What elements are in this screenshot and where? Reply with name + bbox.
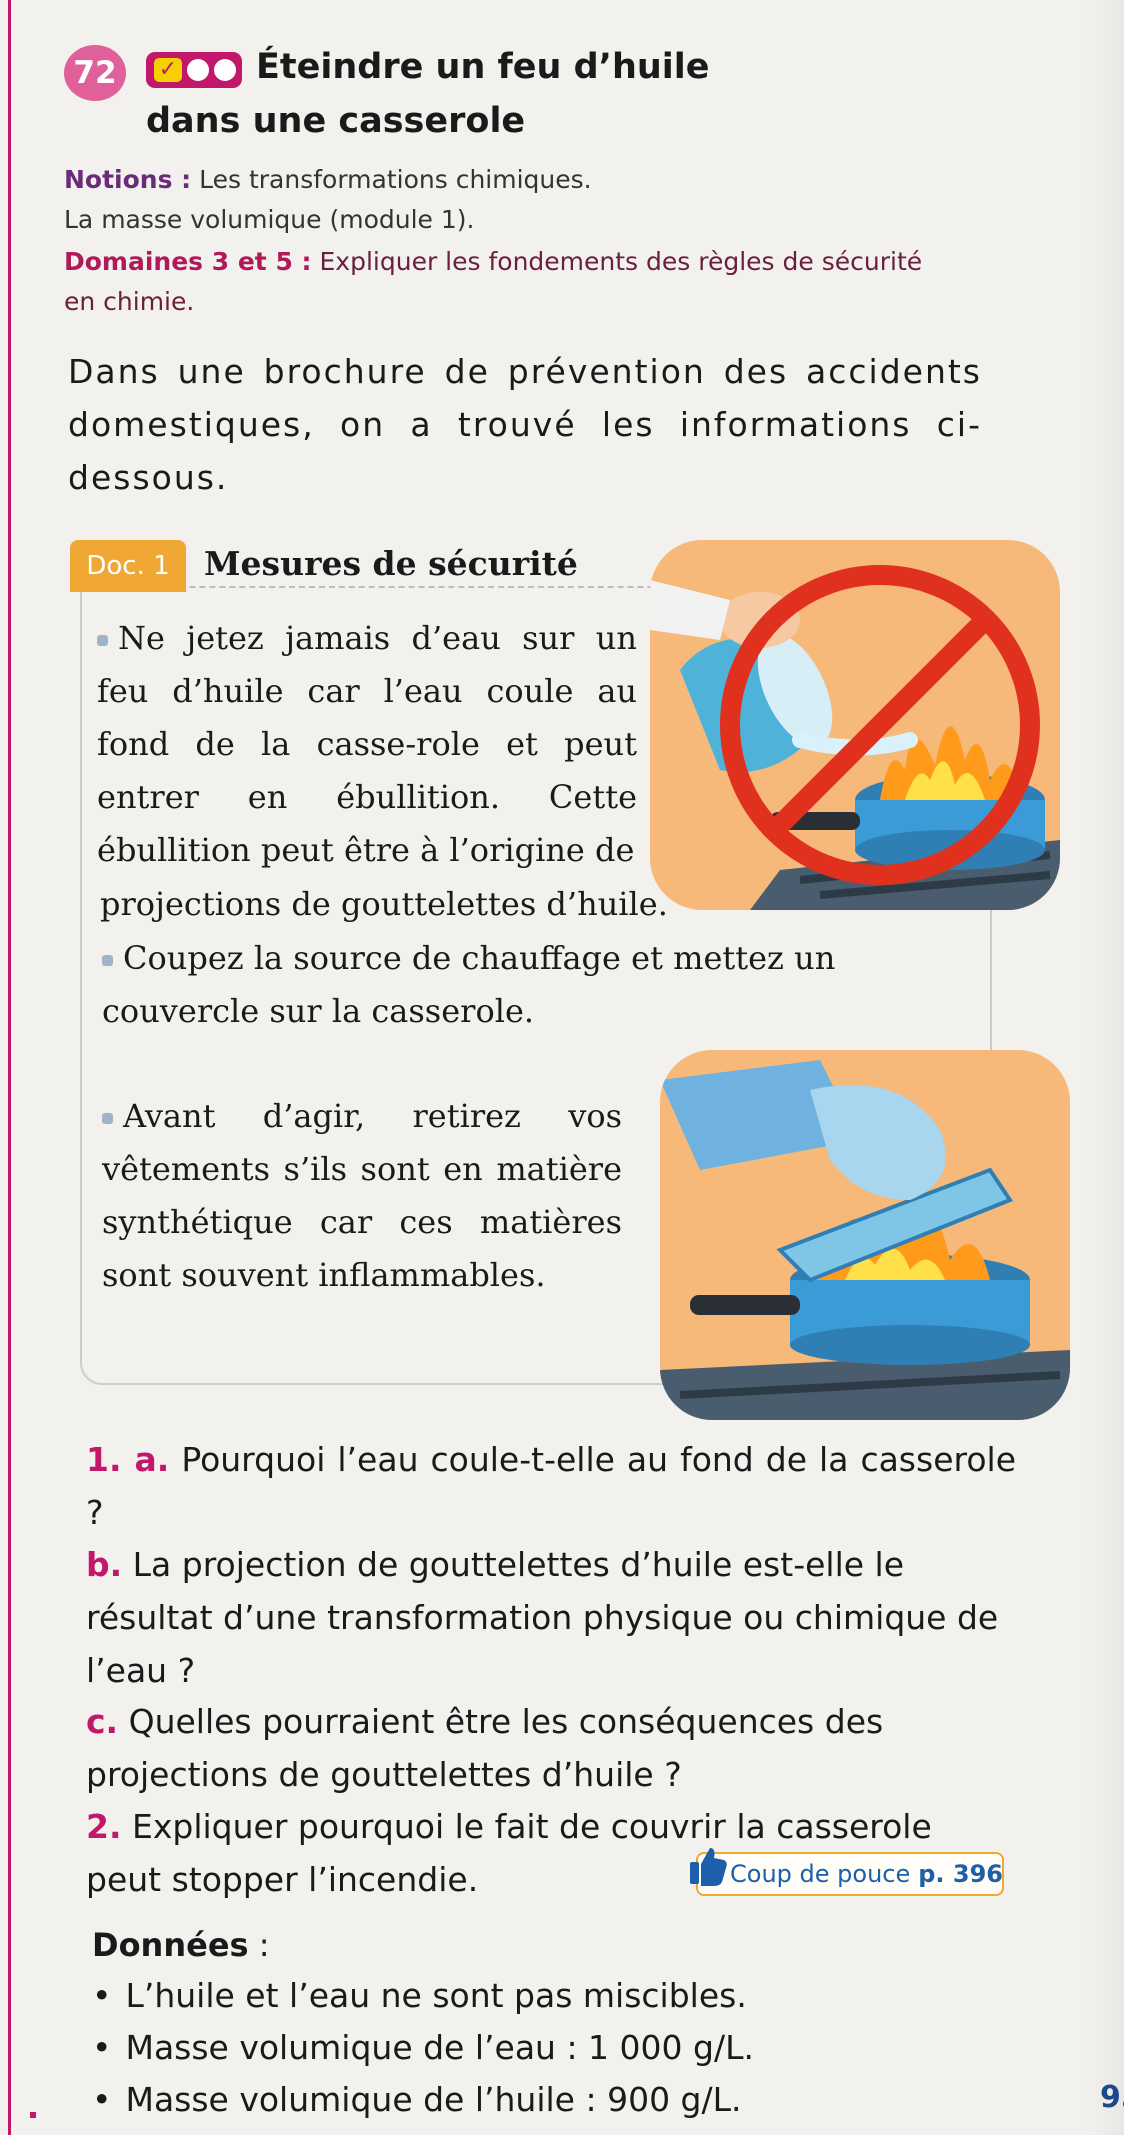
donnee-item-text: L’huile et l’eau ne sont pas miscibles. [125,1976,747,2015]
coup-de-pouce-label: Coup de pouce [730,1860,911,1888]
donnee-item: • Masse volumique de l’huile : 900 g/L. [92,2074,992,2126]
question-1b: b. La projection de gouttelettes d’huile… [86,1538,1016,1697]
donnees-title-text: Données [92,1926,249,1964]
notions-text-2: La masse volumique (module 1). [64,205,475,234]
cover-lid-fire-icon [660,1050,1070,1420]
donnee-item: • L’huile et l’eau ne sont pas miscibles. [92,1970,992,2022]
exercise-title-line2: dans une casserole [146,101,526,141]
bullet-icon: • [92,2028,112,2067]
bullet-icon [102,1113,113,1124]
question-1b-number: b. [86,1545,123,1584]
donnee-item-text: Masse volumique de l’huile : 900 g/L. [125,2080,742,2119]
safety-rule-1-text: Ne jetez jamais d’eau sur un feu d’huile… [97,619,637,869]
thumbs-up-icon [688,1844,728,1888]
document-tab-label: Doc. 1 [86,551,170,581]
notions-block: Notions : Les transformations chimiques.… [64,160,964,240]
question-1c-text: Quelles pourraient être les conséquences… [86,1702,884,1794]
illustration-no-water-on-oil-fire [650,540,1060,910]
difficulty-level-badge: ✓ [146,52,242,88]
notions-label: Notions : [64,165,192,194]
exercise-number-badge: 72 [64,45,126,101]
question-1a-text: Pourquoi l’eau coule-t-elle au fond de l… [86,1440,1016,1532]
level-dot-icon [187,59,209,81]
page-margin-line [8,0,11,2135]
bullet-icon: • [92,1976,112,2015]
donnees-title: Données : [92,1920,270,1970]
domaines-text-2: en chimie. [64,287,195,316]
illustration-cover-pan-with-lid [660,1050,1070,1420]
document-tab: Doc. 1 [70,540,186,592]
safety-rule-1: Ne jetez jamais d’eau sur un feu d’huile… [97,612,637,877]
coup-de-pouce-link[interactable]: Coup de pouce p. 396 [696,1852,1004,1896]
level-dot-icon [214,59,236,81]
safety-rule-3: Avant d’agir, retirez vos vêtements s’il… [102,1090,622,1302]
domaines-text-1: Expliquer les fondements des règles de s… [311,247,923,276]
safety-rule-2-line2: couvercle sur la casserole. [102,992,535,1030]
safety-rule-3-text: Avant d’agir, retirez vos vêtements s’il… [102,1097,622,1294]
question-1b-text: La projection de gouttelettes d’huile es… [86,1545,999,1690]
safety-rule-2-line1: Coupez la source de chauffage et mettez … [102,932,1002,985]
exercise-number: 72 [73,55,117,91]
no-water-fire-icon [650,540,1060,910]
bullet-icon [97,635,108,646]
domaines-block: Domaines 3 et 5 : Expliquer les fondemen… [64,242,964,322]
page-edge-shade [1084,0,1124,2135]
page-number: 95 [1100,2080,1124,2115]
coup-de-pouce-page: p. 396 [918,1860,1003,1888]
question-1c-number: c. [86,1702,119,1741]
question-2-number: 2. [86,1807,122,1846]
donnees-title-colon: : [248,1926,270,1964]
question-1c: c. Quelles pourraient être les conséquen… [86,1695,1016,1801]
safety-rule-2-text: Coupez la source de chauffage et mettez … [123,939,836,977]
intro-paragraph: Dans une brochure de prévention des acci… [68,352,982,497]
bullet-icon: • [92,2080,112,2119]
domaines-label: Domaines 3 et 5 : [64,247,312,276]
donnee-item: • Masse volumique de l’eau : 1 000 g/L. [92,2022,992,2074]
bullet-icon [102,955,113,966]
notions-text-1: Les transformations chimiques. [191,165,592,194]
question-1a-number: 1. a. [86,1440,170,1479]
level-check-icon: ✓ [154,58,182,82]
question-1a: 1. a. Pourquoi l’eau coule-t-elle au fon… [86,1433,1016,1539]
document-title: Mesures de sécurité [204,544,578,583]
donnee-item-text: Masse volumique de l’eau : 1 000 g/L. [125,2028,754,2067]
margin-tick [30,2112,36,2118]
